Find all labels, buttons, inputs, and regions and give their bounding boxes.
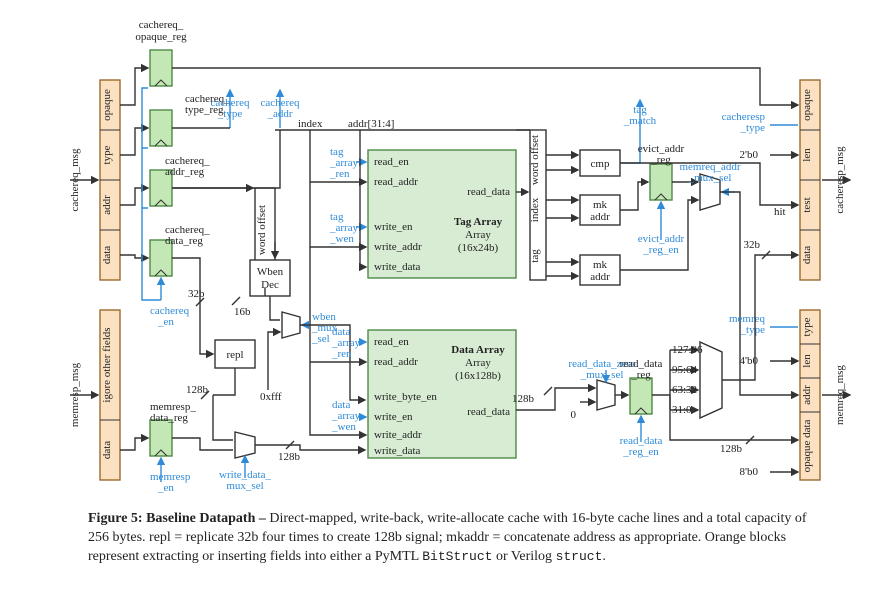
svg-text:_en: _en [157,316,174,328]
svg-text:write_addr: write_addr [374,429,422,441]
svg-text:16b: 16b [234,306,251,318]
word-select-mux [700,342,722,418]
svg-text:data_reg: data_reg [165,235,203,247]
svg-text:(16x128b): (16x128b) [455,370,501,382]
svg-text:_match: _match [623,115,657,127]
svg-text:_ren: _ren [329,168,350,180]
svg-text:Array: Array [465,229,491,241]
svg-text:_type: _type [740,324,766,336]
svg-text:read_data: read_data [467,186,510,198]
page-root: opaque type addr data cachereq_msg igore… [0,0,892,608]
svg-text:write_en: write_en [374,411,413,423]
opaque-reg-label1: cachereq_ [139,19,184,31]
svg-text:32b: 32b [744,239,761,251]
svg-text:mux_sel: mux_sel [226,480,263,492]
datapath-diagram: opaque type addr data cachereq_msg igore… [0,0,892,500]
svg-text:_wen: _wen [331,421,356,433]
svg-text:_mux_sel: _mux_sel [688,172,732,184]
opaque-reg-label2: opaque_reg [135,31,187,43]
svg-text:index: index [529,197,541,222]
svg-text:addr: addr [590,271,610,283]
figure-caption: Figure 5: Baseline Datapath – Direct-map… [88,510,828,567]
field-type: type [101,145,113,164]
svg-text:_sel: _sel [311,333,330,345]
memreq-type: type [801,317,813,336]
write-data-mux [235,432,255,458]
svg-text:0xfff: 0xfff [260,391,282,403]
svg-text:write_addr: write_addr [374,241,422,253]
field-memresp-data: data [101,441,113,459]
svg-text:128b: 128b [720,443,743,455]
svg-text:addr: addr [590,211,610,223]
read-data-zero-mux [597,380,615,410]
memreq-addr: addr [801,385,813,405]
cacheresp-len: len [801,148,813,162]
svg-text:_ren: _ren [331,348,352,360]
svg-text:32b: 32b [188,288,205,300]
figure-label: Figure 5: [88,511,143,526]
field-other: igore other fields [101,327,113,402]
svg-text:cmp: cmp [591,158,610,170]
svg-text:read_addr: read_addr [374,356,418,368]
svg-text:mk: mk [593,259,608,271]
svg-text:write_data: write_data [374,261,421,273]
svg-text:read_en: read_en [374,336,409,348]
svg-text:0: 0 [571,409,577,421]
memreq-opq-data: opaque data [801,419,813,472]
svg-text:8'b0: 8'b0 [740,466,759,478]
word-offset-label: word offset [256,205,268,255]
figure-title: Baseline Datapath – [146,511,266,526]
svg-text:Array: Array [465,357,491,369]
svg-text:128b: 128b [186,384,209,396]
svg-text:Wben: Wben [257,266,284,278]
svg-text:(16x24b): (16x24b) [458,242,499,254]
cacheresp-data: data [801,246,813,264]
svg-text:write_data: write_data [374,445,421,457]
wben-mux [282,312,300,338]
svg-text:95:64: 95:64 [672,364,698,376]
svg-text:_addr: _addr [266,108,292,120]
memreq-len: len [801,354,813,368]
svg-text:addr_reg: addr_reg [165,166,205,178]
svg-text:128b: 128b [512,393,535,405]
svg-text:Dec: Dec [261,279,279,291]
svg-text:_wen: _wen [329,233,354,245]
svg-text:63:32: 63:32 [672,384,697,396]
svg-text:Data Array: Data Array [451,344,505,356]
svg-text:write_byte_en: write_byte_en [374,391,437,403]
svg-text:write_en: write_en [374,221,413,233]
svg-text:read_addr: read_addr [374,176,418,188]
svg-text:read_en: read_en [374,156,409,168]
index-label: index [298,118,323,130]
cacheresp-opaque: opaque [801,89,813,121]
code-bitstruct: BitStruct [422,549,492,564]
svg-text:127:96: 127:96 [672,344,703,356]
code-struct: struct [556,549,603,564]
field-opaque: opaque [101,89,113,121]
svg-text:_en: _en [157,482,174,494]
svg-text:data_reg: data_reg [150,412,188,424]
addr-hi-label: addr[31:4] [348,118,394,130]
cacheresp-test: test [801,197,813,212]
svg-text:word offset: word offset [529,135,541,185]
svg-text:128b: 128b [278,451,301,463]
svg-text:2'b0: 2'b0 [740,149,759,161]
svg-text:Tag Array: Tag Array [454,216,503,228]
svg-text:_reg_en: _reg_en [622,446,659,458]
field-data: data [101,246,113,264]
svg-text:tag: tag [529,249,541,263]
svg-text:read_data: read_data [467,406,510,418]
svg-text:31:0: 31:0 [672,404,692,416]
svg-text:repl: repl [226,349,243,361]
svg-text:_reg: _reg [650,154,671,166]
field-addr: addr [101,195,113,215]
svg-text:mk: mk [593,199,608,211]
svg-text:hit: hit [774,206,786,218]
svg-text:_reg_en: _reg_en [642,244,679,256]
svg-text:_reg: _reg [630,369,651,381]
svg-text:_type: _type [740,122,766,134]
svg-text:_type: _type [217,108,243,120]
svg-text:_mux_sel: _mux_sel [580,369,624,381]
tag-array [368,150,516,278]
